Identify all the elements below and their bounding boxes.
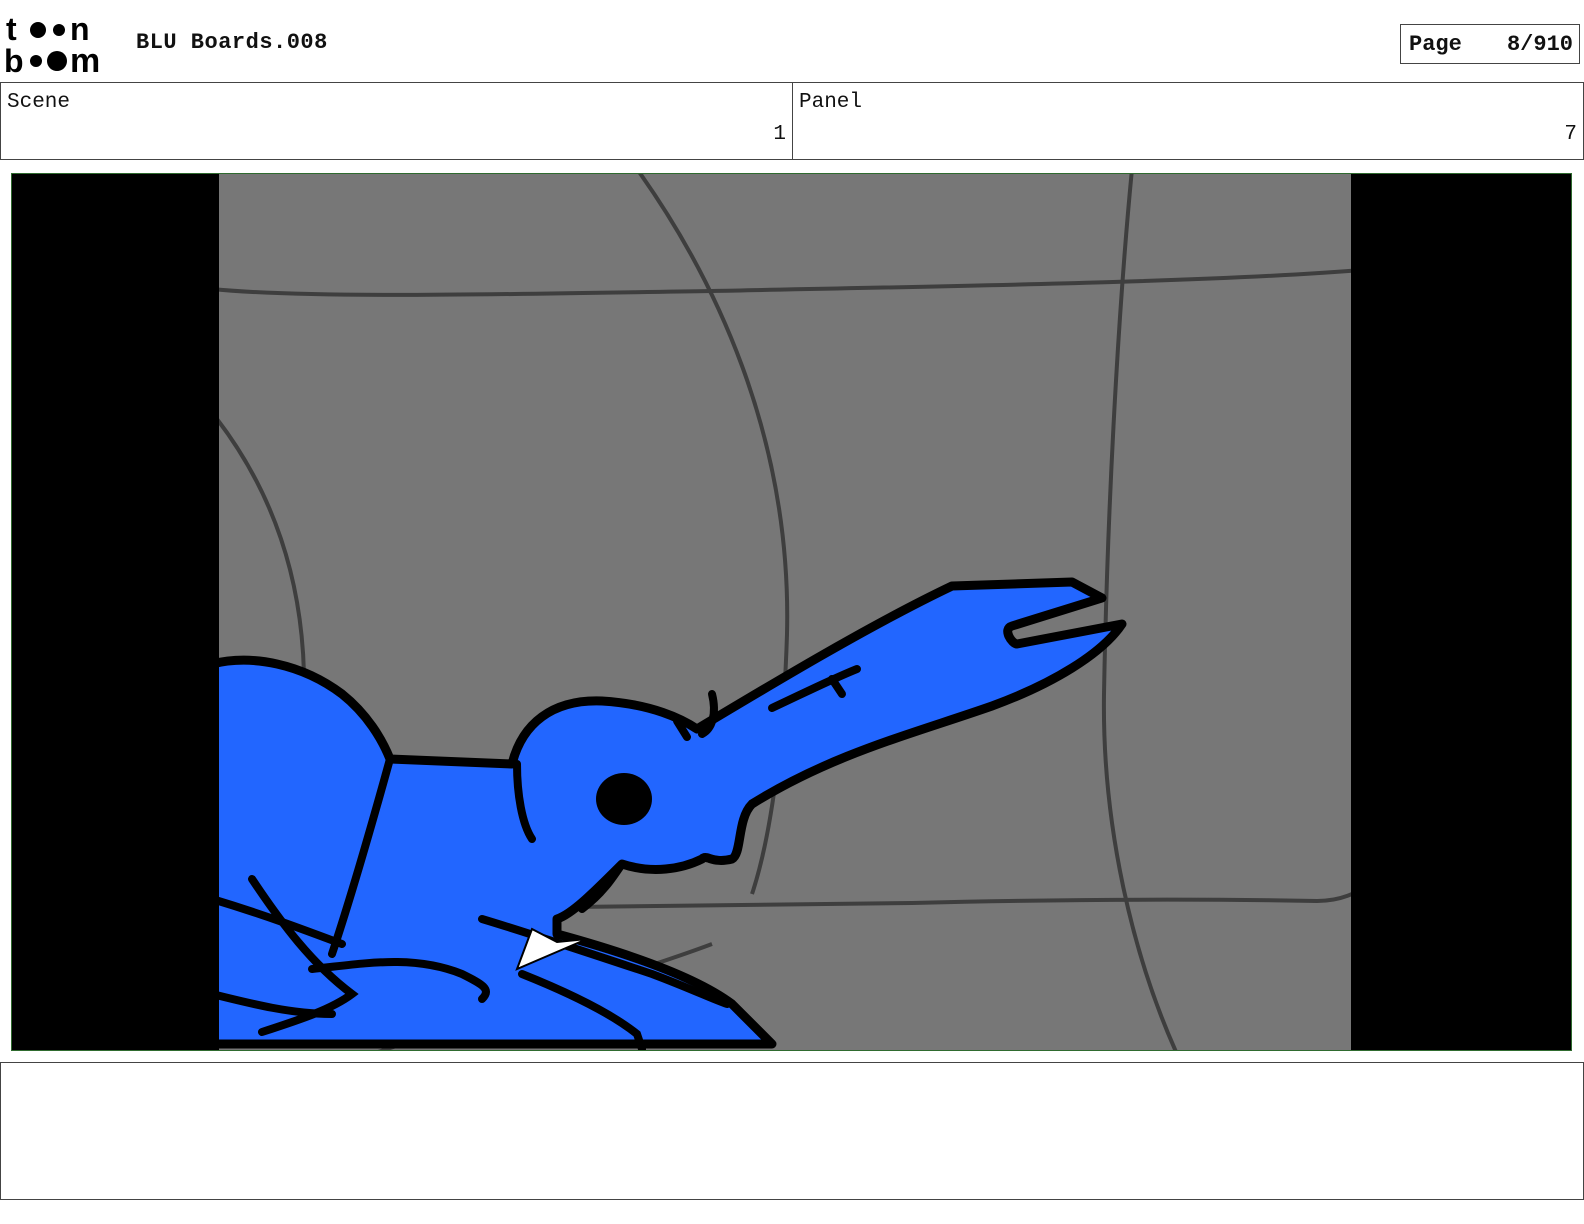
svg-text:b: b bbox=[4, 43, 24, 76]
panel-label: Panel bbox=[799, 91, 863, 114]
panel-notes[interactable] bbox=[0, 1062, 1584, 1200]
scene-panel-info: Scene 1 Panel 7 bbox=[0, 82, 1584, 160]
document-title: BLU Boards.008 bbox=[136, 30, 328, 55]
toon-boom-logo: t n b m bbox=[4, 11, 122, 80]
svg-text:m: m bbox=[70, 42, 100, 76]
panel-drawing bbox=[12, 174, 1571, 1050]
header: t n b m BLU Boards.008 Page 8/910 bbox=[0, 0, 1584, 82]
svg-text:t: t bbox=[6, 12, 17, 47]
page-indicator: Page 8/910 bbox=[1400, 24, 1580, 64]
panel-number: 7 bbox=[1564, 123, 1577, 146]
scene-label: Scene bbox=[7, 91, 71, 114]
panel-cell: Panel 7 bbox=[793, 83, 1583, 159]
scene-number: 1 bbox=[773, 123, 786, 146]
page-value: 8/910 bbox=[1506, 32, 1573, 57]
page-label: Page bbox=[1409, 32, 1462, 57]
storyboard-panel-image bbox=[11, 173, 1572, 1051]
scene-cell: Scene 1 bbox=[1, 83, 793, 159]
